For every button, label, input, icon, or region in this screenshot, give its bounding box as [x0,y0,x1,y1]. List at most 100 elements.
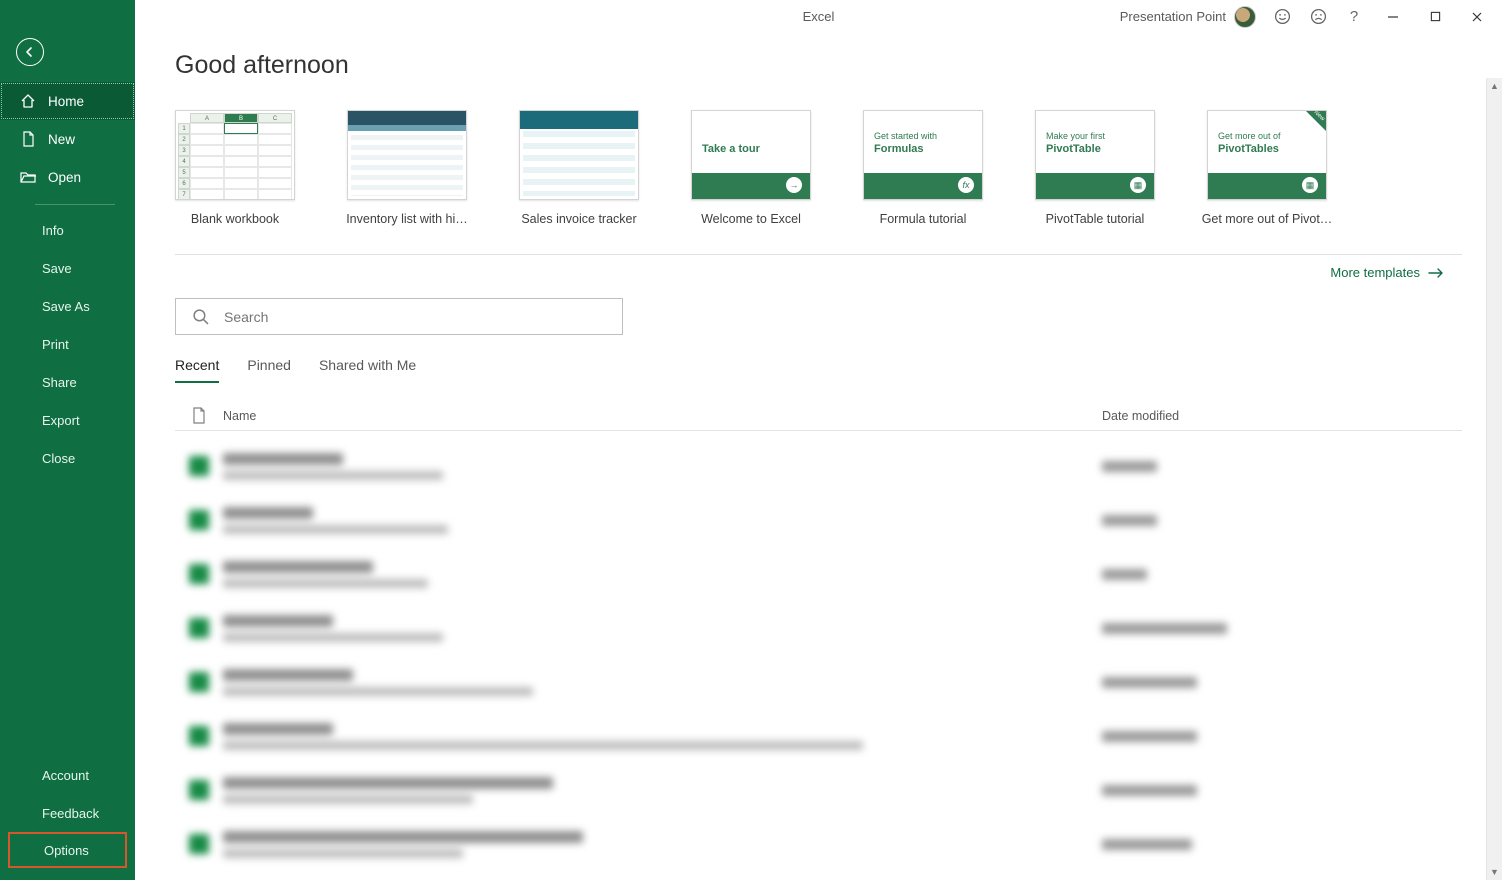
window-close-button[interactable] [1458,1,1496,33]
nav-save-as[interactable]: Save As [0,287,135,325]
recent-file-row[interactable] [175,493,1462,547]
recent-list-header: Name Date modified [175,401,1462,431]
file-date [1102,569,1462,580]
file-text [223,777,1102,804]
excel-file-icon [175,564,223,584]
scroll-up-button[interactable]: ▲ [1487,78,1502,94]
excel-file-icon [175,456,223,476]
tab-pinned[interactable]: Pinned [247,357,291,383]
scroll-down-button[interactable]: ▼ [1487,864,1502,880]
nav-open[interactable]: Open [0,158,135,196]
column-date[interactable]: Date modified [1102,409,1462,423]
help-icon: ? [1350,8,1358,25]
nav-home[interactable]: Home [0,82,135,120]
titlebar: Excel Presentation Point ? [135,0,1502,33]
thumb-text: Get started with [874,131,937,141]
nav-options-label: Options [44,843,89,858]
thumb-text: Take a tour [702,143,760,155]
folder-open-icon [20,169,36,185]
excel-file-icon [175,726,223,746]
account-control[interactable]: Presentation Point [1120,6,1256,28]
template-label: Formula tutorial [848,212,998,226]
window-minimize-button[interactable] [1374,1,1412,33]
feedback-happy-button[interactable] [1266,1,1298,33]
recent-file-row[interactable] [175,601,1462,655]
tab-label: Pinned [247,357,291,373]
column-name[interactable]: Name [223,409,1102,423]
tab-label: Recent [175,357,219,373]
template-label: Inventory list with hi… [332,212,482,226]
recent-file-row[interactable] [175,439,1462,493]
window-maximize-button[interactable] [1416,1,1454,33]
nav-save-as-label: Save As [42,299,90,314]
excel-file-icon [175,834,223,854]
file-date [1102,839,1462,850]
thumb-text: Make your first [1046,131,1105,141]
template-welcome[interactable]: Take a tour → Welcome to Excel [691,110,811,226]
more-templates-label: More templates [1330,265,1420,280]
nav-close-label: Close [42,451,75,466]
file-date [1102,677,1462,688]
templates-row: ABC 1 2 3 4 5 6 7 Blank [175,110,1462,226]
template-pivottable-more[interactable]: Get more out of PivotTables ▦ Get more o… [1207,110,1327,226]
main-area: Excel Presentation Point ? [135,0,1502,880]
nav-export[interactable]: Export [0,401,135,439]
recent-tabs: Recent Pinned Shared with Me [175,357,1462,383]
recent-file-row[interactable] [175,547,1462,601]
excel-file-icon [175,672,223,692]
arrow-right-icon [1428,267,1444,279]
greeting-heading: Good afternoon [175,51,1462,80]
recent-files-list [175,439,1462,871]
template-blank-workbook[interactable]: ABC 1 2 3 4 5 6 7 Blank [175,110,295,226]
nav-save[interactable]: Save [0,249,135,287]
nav-options[interactable]: Options [10,834,125,866]
nav-feedback-label: Feedback [42,806,99,821]
template-formula-tutorial[interactable]: Get started with Formulas fx Formula tut… [863,110,983,226]
search-input[interactable] [224,309,622,325]
templates-divider [175,254,1462,255]
avatar-icon [1234,6,1256,28]
nav-account[interactable]: Account [0,756,135,794]
welcome-thumb-icon: Take a tour → [691,110,811,200]
feedback-sad-button[interactable] [1302,1,1334,33]
back-button[interactable] [10,32,50,72]
file-text [223,453,1102,480]
excel-file-icon [175,510,223,530]
recent-file-row[interactable] [175,763,1462,817]
nav-print[interactable]: Print [0,325,135,363]
thumb-text: Formulas [874,143,924,155]
template-inventory-list[interactable]: Inventory list with hi… [347,110,467,226]
back-arrow-icon [16,38,44,66]
more-templates-link[interactable]: More templates [175,265,1462,280]
search-box[interactable] [175,298,623,335]
nav-home-label: Home [48,94,84,109]
tab-shared[interactable]: Shared with Me [319,357,416,383]
nav-share[interactable]: Share [0,363,135,401]
nav-close[interactable]: Close [0,439,135,477]
help-button[interactable]: ? [1338,1,1370,33]
template-sales-invoice[interactable]: Sales invoice tracker [519,110,639,226]
recent-file-row[interactable] [175,817,1462,871]
thumb-text: PivotTables [1218,143,1279,155]
account-name: Presentation Point [1120,9,1226,24]
file-date [1102,461,1462,472]
template-pivottable-tutorial[interactable]: Make your first PivotTable ▦ PivotTable … [1035,110,1155,226]
thumb-text: PivotTable [1046,143,1101,155]
file-date [1102,731,1462,742]
nav-new[interactable]: New [0,120,135,158]
nav-options-highlight: Options [8,832,127,868]
recent-file-row[interactable] [175,709,1462,763]
template-label: Sales invoice tracker [504,212,654,226]
nav-share-label: Share [42,375,77,390]
nav-feedback[interactable]: Feedback [0,794,135,832]
app-title: Excel [803,9,835,24]
nav-info[interactable]: Info [0,211,135,249]
file-text [223,669,1102,696]
vertical-scrollbar[interactable]: ▲ ▼ [1486,78,1502,880]
tab-recent[interactable]: Recent [175,357,219,383]
excel-file-icon [175,780,223,800]
table-icon: ▦ [1302,177,1318,193]
excel-file-icon [175,618,223,638]
file-text [223,831,1102,858]
recent-file-row[interactable] [175,655,1462,709]
